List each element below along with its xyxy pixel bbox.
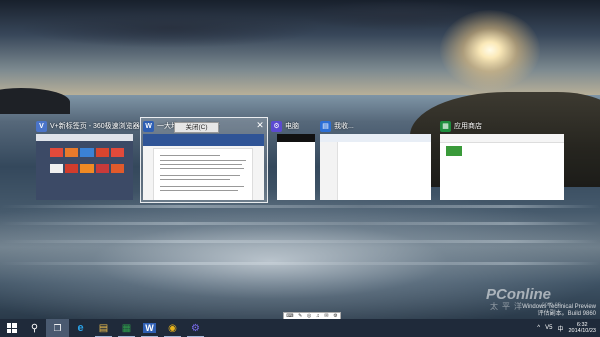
store-button[interactable]: ▦ xyxy=(115,319,138,337)
speed-dial-tile xyxy=(50,148,64,157)
clock-date: 2014/10/23 xyxy=(568,328,596,334)
window-header: V V+新标签页 - 360极速浏览器 xyxy=(36,119,140,133)
file-explorer-icon: ▤ xyxy=(320,120,331,132)
close-window-button[interactable]: ✕ xyxy=(254,119,266,131)
speed-dial-tile xyxy=(65,148,79,157)
speed-dial-tile xyxy=(95,148,109,157)
explorer-ribbon xyxy=(320,134,431,142)
internet-explorer-icon: e xyxy=(77,322,84,334)
text-line xyxy=(160,179,230,180)
browser-icon: V xyxy=(36,120,47,132)
text-line xyxy=(160,175,240,176)
window-thumbnail[interactable] xyxy=(143,134,264,200)
build-stamp: Windows Technical Preview 评估副本。Build 986… xyxy=(522,304,596,318)
text-line xyxy=(160,186,244,187)
language-indicator[interactable]: 中 xyxy=(557,324,563,333)
settings-title-bar xyxy=(277,134,315,142)
speed-dial-tile xyxy=(65,164,79,173)
tray-overflow-icon[interactable]: ^ xyxy=(537,325,540,331)
speed-dial-tile xyxy=(80,164,94,173)
chrome-button[interactable]: ◉ xyxy=(161,319,184,337)
text-line xyxy=(160,155,220,156)
window-title: V+新标签页 - 360极速浏览器 xyxy=(50,123,140,130)
wps-writer-icon: W xyxy=(143,120,154,132)
clock[interactable]: 6:32 2014/10/23 xyxy=(568,322,596,335)
chrome-icon: ◉ xyxy=(168,322,177,334)
folder-icon: ▤ xyxy=(98,322,109,334)
explorer-nav-pane xyxy=(320,142,338,200)
sun xyxy=(440,10,540,90)
text-line xyxy=(160,160,246,161)
speed-dial-grid xyxy=(50,148,124,178)
search-button[interactable]: ⚲ xyxy=(23,319,46,337)
speed-dial-tile xyxy=(110,164,124,173)
ime-indicator[interactable]: V5 xyxy=(545,325,552,331)
window-thumbnail[interactable] xyxy=(277,134,315,200)
window-thumbnail[interactable] xyxy=(440,134,564,200)
text-line xyxy=(160,164,242,165)
window-header: ⚙ 电脑 xyxy=(271,119,299,133)
window-header: ▤ 我收... xyxy=(320,119,354,133)
build-stamp-line2: 评估副本。Build 9860 xyxy=(537,311,596,317)
watermark-sub: 太平洋 xyxy=(490,302,526,311)
windows-logo-icon xyxy=(6,323,17,333)
taskbar: ⚲ ❐ e ▤ ▦ W ◉ ⚙ ^ V5 中 6:32 2014/10/23 xyxy=(0,319,600,337)
window-header: ▦ 应用商店 xyxy=(440,119,482,133)
document-page xyxy=(153,148,253,200)
window-thumbnail[interactable] xyxy=(36,134,133,200)
browser-toolbar xyxy=(36,134,133,141)
build-stamp-line1: Windows Technical Preview xyxy=(522,304,596,310)
window-thumbnail[interactable] xyxy=(320,134,431,200)
ie-button[interactable]: e xyxy=(69,319,92,337)
search-icon: ⚲ xyxy=(30,322,39,334)
window-title: 应用商店 xyxy=(454,123,482,130)
start-button[interactable] xyxy=(0,319,23,337)
speed-dial-tile xyxy=(50,164,64,173)
store-tile xyxy=(446,146,462,156)
speed-dial-tile xyxy=(80,148,94,157)
window-title: 电脑 xyxy=(285,123,299,130)
store-header xyxy=(440,134,564,143)
text-line xyxy=(160,168,244,169)
store-icon: ▦ xyxy=(440,120,451,132)
cloud xyxy=(20,8,320,48)
task-view-button[interactable]: ❐ xyxy=(46,319,69,337)
wps-writer-icon: W xyxy=(143,323,156,333)
settings-button[interactable]: ⚙ xyxy=(184,319,207,337)
document-ribbon xyxy=(143,134,264,146)
wps-writer-button[interactable]: W xyxy=(138,319,161,337)
file-explorer-button[interactable]: ▤ xyxy=(92,319,115,337)
speed-dial-tile xyxy=(95,164,109,173)
task-view-icon: ❐ xyxy=(53,322,62,333)
speed-dial-tile xyxy=(110,148,124,157)
store-icon: ▦ xyxy=(121,322,132,334)
settings-icon: ⚙ xyxy=(271,120,282,132)
close-tooltip: 关闭(C) xyxy=(174,122,219,133)
window-title: 我收... xyxy=(334,123,354,130)
system-tray: ^ V5 中 6:32 2014/10/23 xyxy=(537,319,596,337)
settings-icon: ⚙ xyxy=(191,322,200,334)
text-line xyxy=(160,190,238,191)
